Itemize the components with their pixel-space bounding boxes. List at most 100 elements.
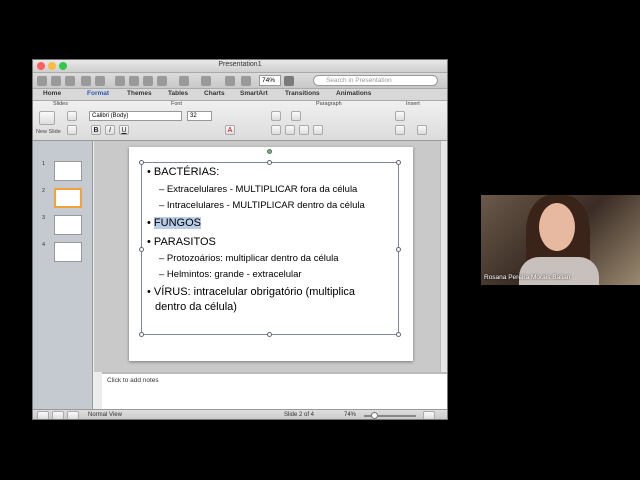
justify-icon[interactable] (313, 125, 323, 135)
tab-transitions[interactable]: Transitions (285, 90, 320, 97)
bullet-line: • FUNGOS (147, 217, 201, 229)
underline-button[interactable]: U (119, 125, 129, 135)
normal-view-icon[interactable] (37, 411, 49, 419)
slide-number: 4 (42, 242, 46, 248)
group-slides-label: Slides (53, 101, 68, 107)
tab-format[interactable]: Format (87, 90, 109, 97)
slide-thumbnail[interactable] (54, 161, 82, 181)
section-icon[interactable] (67, 125, 77, 135)
picture-icon[interactable] (417, 125, 427, 135)
bold-button[interactable]: B (91, 125, 101, 135)
notes-pane[interactable]: Click to add notes (102, 372, 447, 409)
align-center-icon[interactable] (285, 125, 295, 135)
slide-sorter-icon[interactable] (52, 411, 64, 419)
video-tile: Rosana Pereira Morais Balian (481, 195, 640, 285)
slide-counter: Slide 2 of 4 (284, 412, 315, 418)
participant-name: Rosana Pereira Morais Balian (484, 274, 571, 281)
zoom-slider-thumb[interactable] (371, 412, 378, 419)
status-bar: Normal View Slide 2 of 4 74% (33, 409, 447, 419)
toolbar-icon[interactable] (51, 76, 61, 86)
toolbar-icon[interactable] (65, 76, 75, 86)
tab-home[interactable]: Home (43, 90, 61, 97)
sidebar-icon[interactable] (241, 76, 251, 86)
tab-themes[interactable]: Themes (127, 90, 152, 97)
redo-icon[interactable] (201, 76, 211, 86)
copy-icon[interactable] (129, 76, 139, 86)
help-icon[interactable] (284, 76, 294, 86)
participant-face (539, 203, 575, 251)
group-insert-label: Insert (406, 101, 420, 107)
bullet-text-highlighted: FUNGOS (153, 217, 201, 229)
format-painter-icon[interactable] (157, 76, 167, 86)
resize-handle[interactable] (139, 160, 144, 165)
slide-thumbnail-selected[interactable] (54, 188, 82, 208)
sub-bullet-line: – Intracelulares - MULTIPLICAR dentro da… (159, 200, 365, 211)
resize-handle[interactable] (267, 332, 272, 337)
ribbon-tabs: Home Format Themes Tables Charts SmartAr… (33, 89, 447, 101)
tab-charts[interactable]: Charts (204, 90, 225, 97)
slide-number: 3 (42, 215, 46, 221)
window-title: Presentation1 (218, 61, 262, 68)
font-size-select[interactable]: 32 (187, 111, 212, 121)
text-box-icon[interactable] (395, 111, 405, 121)
resize-handle[interactable] (267, 160, 272, 165)
zoom-field[interactable]: 74% (259, 75, 281, 86)
new-slide-button[interactable]: New Slide (36, 129, 61, 135)
slide-thumbnail[interactable] (54, 242, 82, 262)
bullet-line: • BACTÉRIAS: (147, 166, 220, 178)
tab-tables[interactable]: Tables (168, 90, 188, 97)
slideshow-icon[interactable] (67, 411, 79, 419)
bullet-line: • PARASITOS (147, 236, 216, 248)
slide-thumbnail[interactable] (54, 215, 82, 235)
group-paragraph-label: Paragraph (316, 101, 342, 107)
vertical-scrollbar[interactable] (440, 141, 447, 372)
tab-smartart[interactable]: SmartArt (240, 90, 268, 97)
slide-number: 1 (42, 161, 46, 167)
bullet-text: VÍRUS: intracelular obrigatório (multipl… (153, 286, 356, 298)
standard-toolbar: 74% Search in Presentation (33, 73, 447, 89)
cut-icon[interactable] (115, 76, 125, 86)
slide-number: 2 (42, 188, 46, 194)
title-bar: Presentation1 (33, 60, 447, 73)
layout-icon[interactable] (67, 111, 77, 121)
bullet-text: PARASITOS (153, 236, 216, 248)
group-font-label: Font (171, 101, 183, 107)
resize-handle[interactable] (396, 247, 401, 252)
italic-button[interactable]: I (105, 125, 115, 135)
resize-handle[interactable] (139, 332, 144, 337)
search-input[interactable]: Search in Presentation (313, 75, 438, 86)
slide-canvas: • BACTÉRIAS: – Extracelulares - MULTIPLI… (129, 147, 413, 361)
shape-icon[interactable] (395, 125, 405, 135)
save-icon[interactable] (81, 76, 91, 86)
font-color-button[interactable]: A (225, 125, 235, 135)
align-left-icon[interactable] (271, 125, 281, 135)
zoom-label: 74% (344, 412, 357, 418)
resize-handle[interactable] (396, 332, 401, 337)
bullet-line-continuation: dentro da célula) (155, 301, 237, 313)
slide-editor: • BACTÉRIAS: – Extracelulares - MULTIPLI… (94, 141, 440, 372)
bullet-text: BACTÉRIAS: (153, 166, 220, 178)
view-label: Normal View (88, 412, 122, 418)
toolbar-icon[interactable] (37, 76, 47, 86)
gallery-icon[interactable] (225, 76, 235, 86)
sub-bullet-line: – Helmintos: grande - extracelular (159, 269, 302, 280)
undo-icon[interactable] (179, 76, 189, 86)
resize-handle[interactable] (139, 247, 144, 252)
tab-animations[interactable]: Animations (336, 90, 371, 97)
sub-bullet-line: – Protozoários: multiplicar dentro da cé… (159, 253, 339, 264)
rotate-handle[interactable] (267, 149, 272, 154)
powerpoint-window: Presentation1 74% Search in Presentation… (32, 59, 448, 420)
align-right-icon[interactable] (299, 125, 309, 135)
resize-handle[interactable] (396, 160, 401, 165)
ribbon-panel: Slides Font Paragraph Insert New Slide C… (33, 101, 447, 141)
paste-icon[interactable] (143, 76, 153, 86)
bullet-line: • VÍRUS: intracelular obrigatório (multi… (147, 286, 356, 298)
new-slide-icon[interactable] (39, 111, 55, 125)
fit-window-icon[interactable] (423, 411, 435, 419)
slide-thumbnails-pane: 1 2 3 4 (33, 141, 93, 409)
font-name-select[interactable]: Calibri (Body) (89, 111, 182, 121)
text-placeholder[interactable]: • BACTÉRIAS: – Extracelulares - MULTIPLI… (139, 149, 401, 337)
print-icon[interactable] (95, 76, 105, 86)
numbering-icon[interactable] (291, 111, 301, 121)
bullets-icon[interactable] (271, 111, 281, 121)
